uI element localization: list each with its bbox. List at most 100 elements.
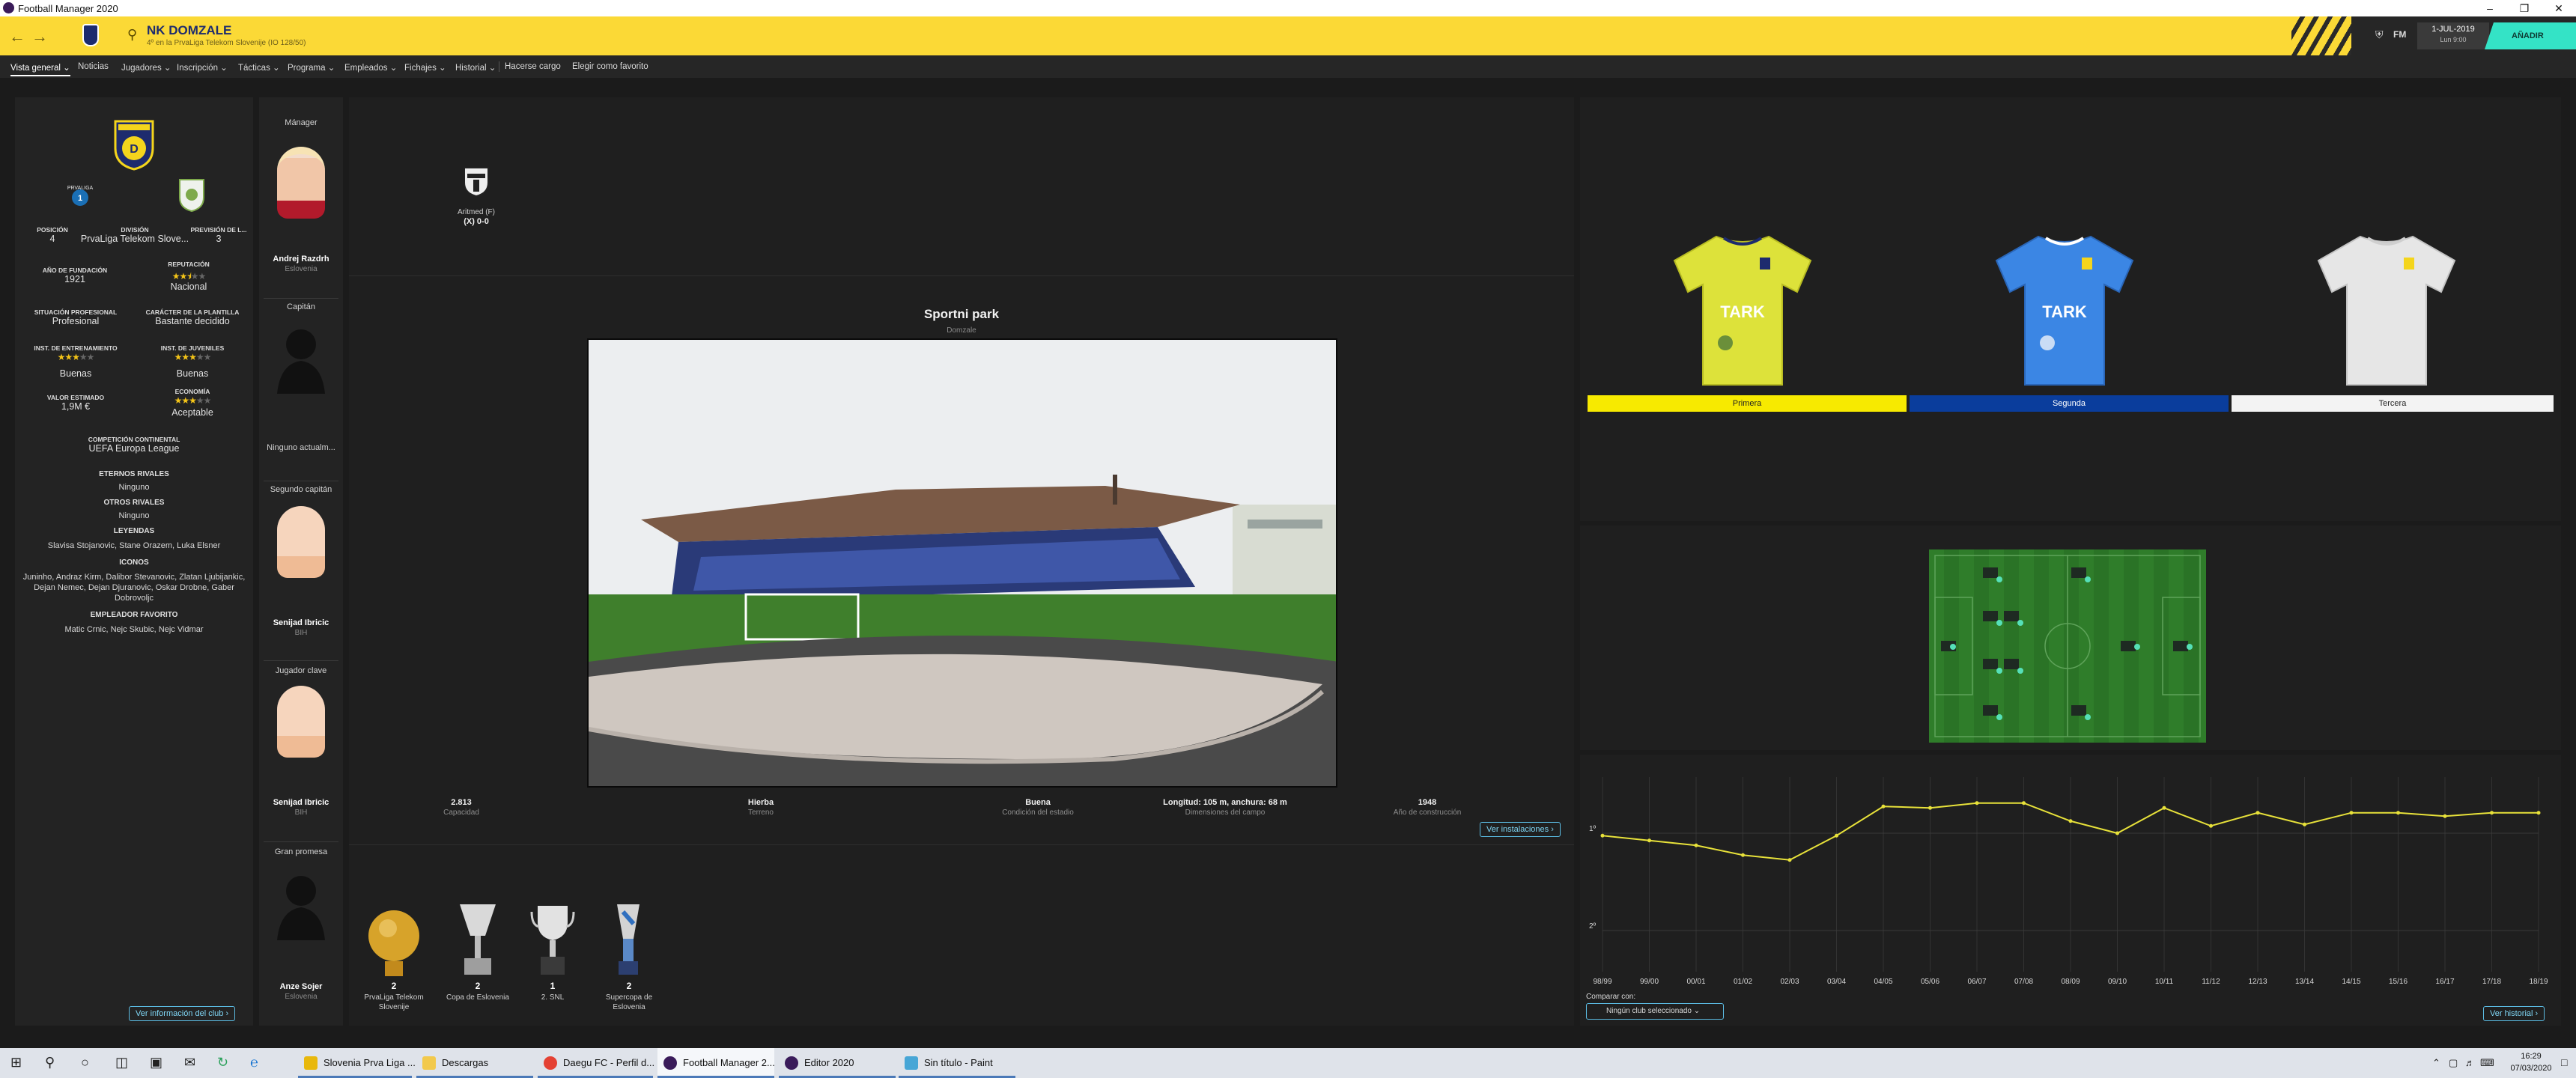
menu-vista-general[interactable]: Vista general ⌄ [10,62,70,76]
kit-third-shirt[interactable] [2315,231,2458,388]
compare-select[interactable]: Ningún club seleccionado ⌄ [1586,1003,1724,1020]
menu-programa[interactable]: Programa ⌄ [288,62,335,73]
continue-button[interactable]: AÑADIR [2485,22,2576,49]
menu-tacticas[interactable]: Tácticas ⌄ [238,62,280,73]
tactics-pitch[interactable] [1929,549,2206,743]
history-point[interactable] [2068,819,2073,823]
menu-inscripcion[interactable]: Inscripción ⌄ [177,62,228,73]
staff-name-vice-captain[interactable]: Senijad Ibricic [259,618,343,627]
language-icon[interactable]: ⌨ [2480,1057,2494,1069]
menu-fichajes[interactable]: Fichajes ⌄ [404,62,446,73]
reputacion-label: REPUTACIÓN [168,261,210,268]
search-icon[interactable]: ⚲ [127,27,137,43]
system-clock[interactable]: 16:29 07/03/2020 [2494,1050,2569,1074]
continental-value[interactable]: UEFA Europa League [22,443,246,454]
taskbar-item-fm[interactable]: Football Manager 2... [657,1048,775,1078]
manager-photo[interactable] [277,147,325,219]
ver-info-club-button[interactable]: Ver información del club › [129,1006,236,1021]
volume-icon[interactable]: ♬ [2465,1057,2475,1068]
menu-noticias[interactable]: Noticias [78,62,109,71]
menu-historial[interactable]: Historial ⌄ [455,62,496,73]
staff-name-key-player[interactable]: Senijad Ibricic [259,798,343,807]
back-arrow-icon[interactable]: ← [9,27,25,46]
x-tick-label: 04/05 [1874,978,1893,986]
captain-silhouette [277,329,325,394]
history-point[interactable] [1647,838,1651,843]
history-point[interactable] [2536,811,2541,815]
paint-icon [905,1056,918,1070]
search-icon[interactable]: ⚲ [45,1055,55,1071]
history-point[interactable] [2443,814,2447,818]
caracter-value: Bastante decidido [155,316,230,326]
trophy-supercup-icon[interactable] [611,901,645,979]
key-player-photo[interactable] [277,686,325,758]
menu-label: Elegir como favorito [572,62,648,71]
history-point[interactable] [2490,811,2494,815]
kit-home-shirt[interactable]: TARK [1671,231,1814,388]
last-match-score[interactable]: (X) 0-0 [439,217,514,226]
trophy-cup-icon[interactable] [455,901,500,979]
staff-role-key-player: Jugador clave [275,666,327,675]
fm-menu-button[interactable]: FM [2393,29,2406,40]
store-icon[interactable]: ▣ [150,1055,162,1071]
history-point[interactable] [1881,804,1886,808]
trophy-league-name: PrvaLiga Telekom Slovenije [364,993,424,1011]
taskbar-item-descargas[interactable]: Descargas [416,1048,533,1078]
history-point[interactable] [1787,858,1792,862]
taskbar-item-editor[interactable]: Editor 2020 [779,1048,896,1078]
history-point[interactable] [2022,801,2026,806]
ver-historial-button[interactable]: Ver historial › [2483,1006,2545,1021]
history-point[interactable] [2162,806,2166,810]
history-point[interactable] [1835,833,1838,838]
kit-away-shirt[interactable]: TARK [1993,231,2136,388]
minimize-icon[interactable]: – [2473,0,2507,16]
taskbar-item-paint[interactable]: Sin título - Paint [899,1048,1015,1078]
vice-captain-photo[interactable] [277,506,325,578]
menu-empleados[interactable]: Empleados ⌄ [344,62,397,73]
menu-hacerse-cargo[interactable]: Hacerse cargo [505,62,561,71]
history-point[interactable] [1600,833,1605,838]
staff-name-prospect[interactable]: Anze Sojer [259,982,343,991]
menu-jugadores[interactable]: Jugadores ⌄ [121,62,171,73]
history-point[interactable] [2349,811,2354,815]
opponent-badge[interactable] [460,165,493,198]
edge-icon[interactable]: ℮ [250,1055,258,1071]
kit-home-label[interactable]: Primera [1588,395,1907,412]
menu-elegir-favorito[interactable]: Elegir como favorito [572,62,648,71]
cortana-icon[interactable]: ○ [81,1055,89,1071]
game-date[interactable]: 1-JUL-2019 Lun 9:00 [2417,22,2489,49]
taskbar-item-chrome[interactable]: Daegu FC - Perfil d... [538,1048,654,1078]
history-point[interactable] [1928,806,1932,810]
history-point[interactable] [2396,811,2400,815]
ver-instalaciones-button[interactable]: Ver instalaciones › [1480,822,1561,837]
history-point[interactable] [1741,853,1745,857]
trophy-league-count: 2 [391,981,397,991]
mail-icon[interactable]: ✉ [184,1055,195,1071]
history-point[interactable] [1975,801,1979,806]
close-icon[interactable]: ✕ [2542,0,2576,16]
trophy-league-icon[interactable] [365,907,422,981]
history-point[interactable] [2303,822,2306,826]
kit-away-label[interactable]: Segunda [1910,395,2229,412]
taskbar-item-slovenia[interactable]: Slovenia Prva Liga ... [298,1048,416,1078]
svg-text:D: D [130,143,139,156]
network-icon[interactable]: ▢ [2449,1057,2458,1069]
maximize-icon[interactable]: ❐ [2507,0,2542,16]
windows-start-icon[interactable]: ⊞ [10,1055,22,1071]
staff-nat-key-player: BIH [294,808,308,817]
history-point[interactable] [1694,843,1698,847]
tray-chevron-icon[interactable]: ⌃ [2432,1057,2440,1069]
trophy-snl-icon[interactable] [530,901,575,979]
kit-third-label[interactable]: Tercera [2232,395,2554,412]
division-value[interactable]: PrvaLiga Telekom Slove... [75,234,195,244]
task-view-icon[interactable]: ◫ [115,1055,128,1071]
sync-icon[interactable]: ↻ [217,1055,228,1071]
forward-arrow-icon[interactable]: → [31,27,48,46]
staff-name-manager[interactable]: Andrej Razdrh [259,255,343,264]
history-point[interactable] [2255,811,2260,815]
staff-role-prospect: Gran promesa [274,847,328,856]
notifications-icon[interactable]: □ [2561,1056,2567,1068]
history-point[interactable] [2115,831,2119,835]
history-point[interactable] [2209,823,2213,828]
shield-icon[interactable]: ⛨ [2375,28,2384,41]
